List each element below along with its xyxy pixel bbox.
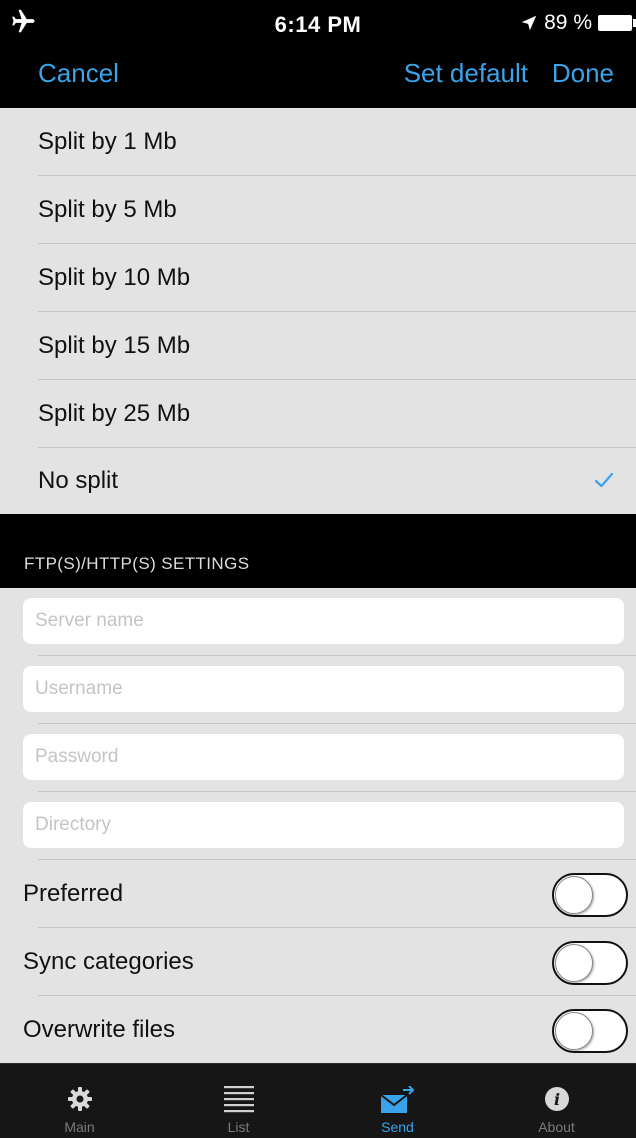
username-input[interactable]	[23, 666, 624, 712]
ftp-settings-header: FTP(S)/HTTP(S) SETTINGS	[0, 514, 636, 588]
info-icon: i	[544, 1087, 569, 1111]
split-option-label: Split by 10 Mb	[38, 263, 191, 291]
toggle-knob	[555, 876, 593, 914]
split-option-10mb[interactable]: Split by 10 Mb	[38, 244, 636, 312]
tab-list[interactable]: List	[159, 1064, 318, 1138]
battery-icon	[598, 15, 632, 31]
tab-bar: Main List Send i About	[0, 1063, 636, 1138]
mail-send-icon	[380, 1086, 414, 1113]
server-name-input[interactable]	[23, 598, 624, 644]
svg-text:i: i	[553, 1090, 559, 1109]
split-option-label: Split by 25 Mb	[38, 399, 191, 427]
tab-send[interactable]: Send	[318, 1064, 477, 1138]
preferred-row: Preferred	[0, 860, 636, 928]
split-option-label: Split by 15 Mb	[38, 331, 191, 359]
password-row	[0, 724, 636, 792]
section-title: FTP(S)/HTTP(S) SETTINGS	[24, 554, 250, 573]
split-option-5mb[interactable]: Split by 5 Mb	[38, 176, 636, 244]
overwrite-files-toggle[interactable]	[552, 1009, 628, 1053]
sync-categories-label: Sync categories	[23, 948, 194, 975]
split-options-list: Split by 1 Mb Split by 5 Mb Split by 10 …	[0, 108, 636, 514]
split-option-25mb[interactable]: Split by 25 Mb	[38, 380, 636, 448]
sync-categories-toggle[interactable]	[552, 941, 628, 985]
list-icon	[223, 1086, 254, 1113]
tab-send-label: Send	[381, 1119, 414, 1135]
battery-percentage: 89 %	[544, 11, 592, 34]
tab-main[interactable]: Main	[0, 1064, 159, 1138]
username-row	[0, 656, 636, 724]
toggle-knob	[555, 944, 593, 982]
directory-input[interactable]	[23, 802, 624, 848]
location-arrow-icon	[521, 15, 537, 31]
gear-icon	[67, 1087, 92, 1111]
tab-about-label: About	[538, 1119, 575, 1135]
directory-row	[0, 792, 636, 860]
navigation-bar: Cancel Set default Done	[0, 44, 636, 108]
checkmark-icon	[594, 472, 614, 488]
split-option-15mb[interactable]: Split by 15 Mb	[38, 312, 636, 380]
status-right: 89 %	[520, 10, 636, 36]
done-button[interactable]: Done	[552, 58, 614, 89]
toggle-knob	[555, 1012, 593, 1050]
status-bar: 6:14 PM 89 %	[0, 0, 636, 44]
cancel-button[interactable]: Cancel	[38, 58, 119, 89]
preferred-toggle[interactable]	[552, 873, 628, 917]
split-option-no-split[interactable]: No split	[38, 448, 636, 514]
preferred-label: Preferred	[23, 880, 124, 907]
server-name-row	[0, 588, 636, 656]
sync-categories-row: Sync categories	[0, 928, 636, 996]
password-input[interactable]	[23, 734, 624, 780]
tab-list-label: List	[227, 1119, 250, 1135]
split-option-label: No split	[38, 467, 119, 494]
split-option-label: Split by 5 Mb	[38, 195, 177, 223]
split-option-1mb[interactable]: Split by 1 Mb	[38, 108, 636, 176]
overwrite-files-row: Overwrite files	[0, 996, 636, 1064]
set-default-button[interactable]: Set default	[404, 58, 528, 89]
tab-main-label: Main	[64, 1119, 95, 1135]
split-option-label: Split by 1 Mb	[38, 127, 177, 155]
overwrite-files-label: Overwrite files	[23, 1016, 176, 1043]
ftp-settings-form: Preferred Sync categories Overwrite file…	[0, 588, 636, 1063]
tab-about[interactable]: i About	[477, 1064, 636, 1138]
